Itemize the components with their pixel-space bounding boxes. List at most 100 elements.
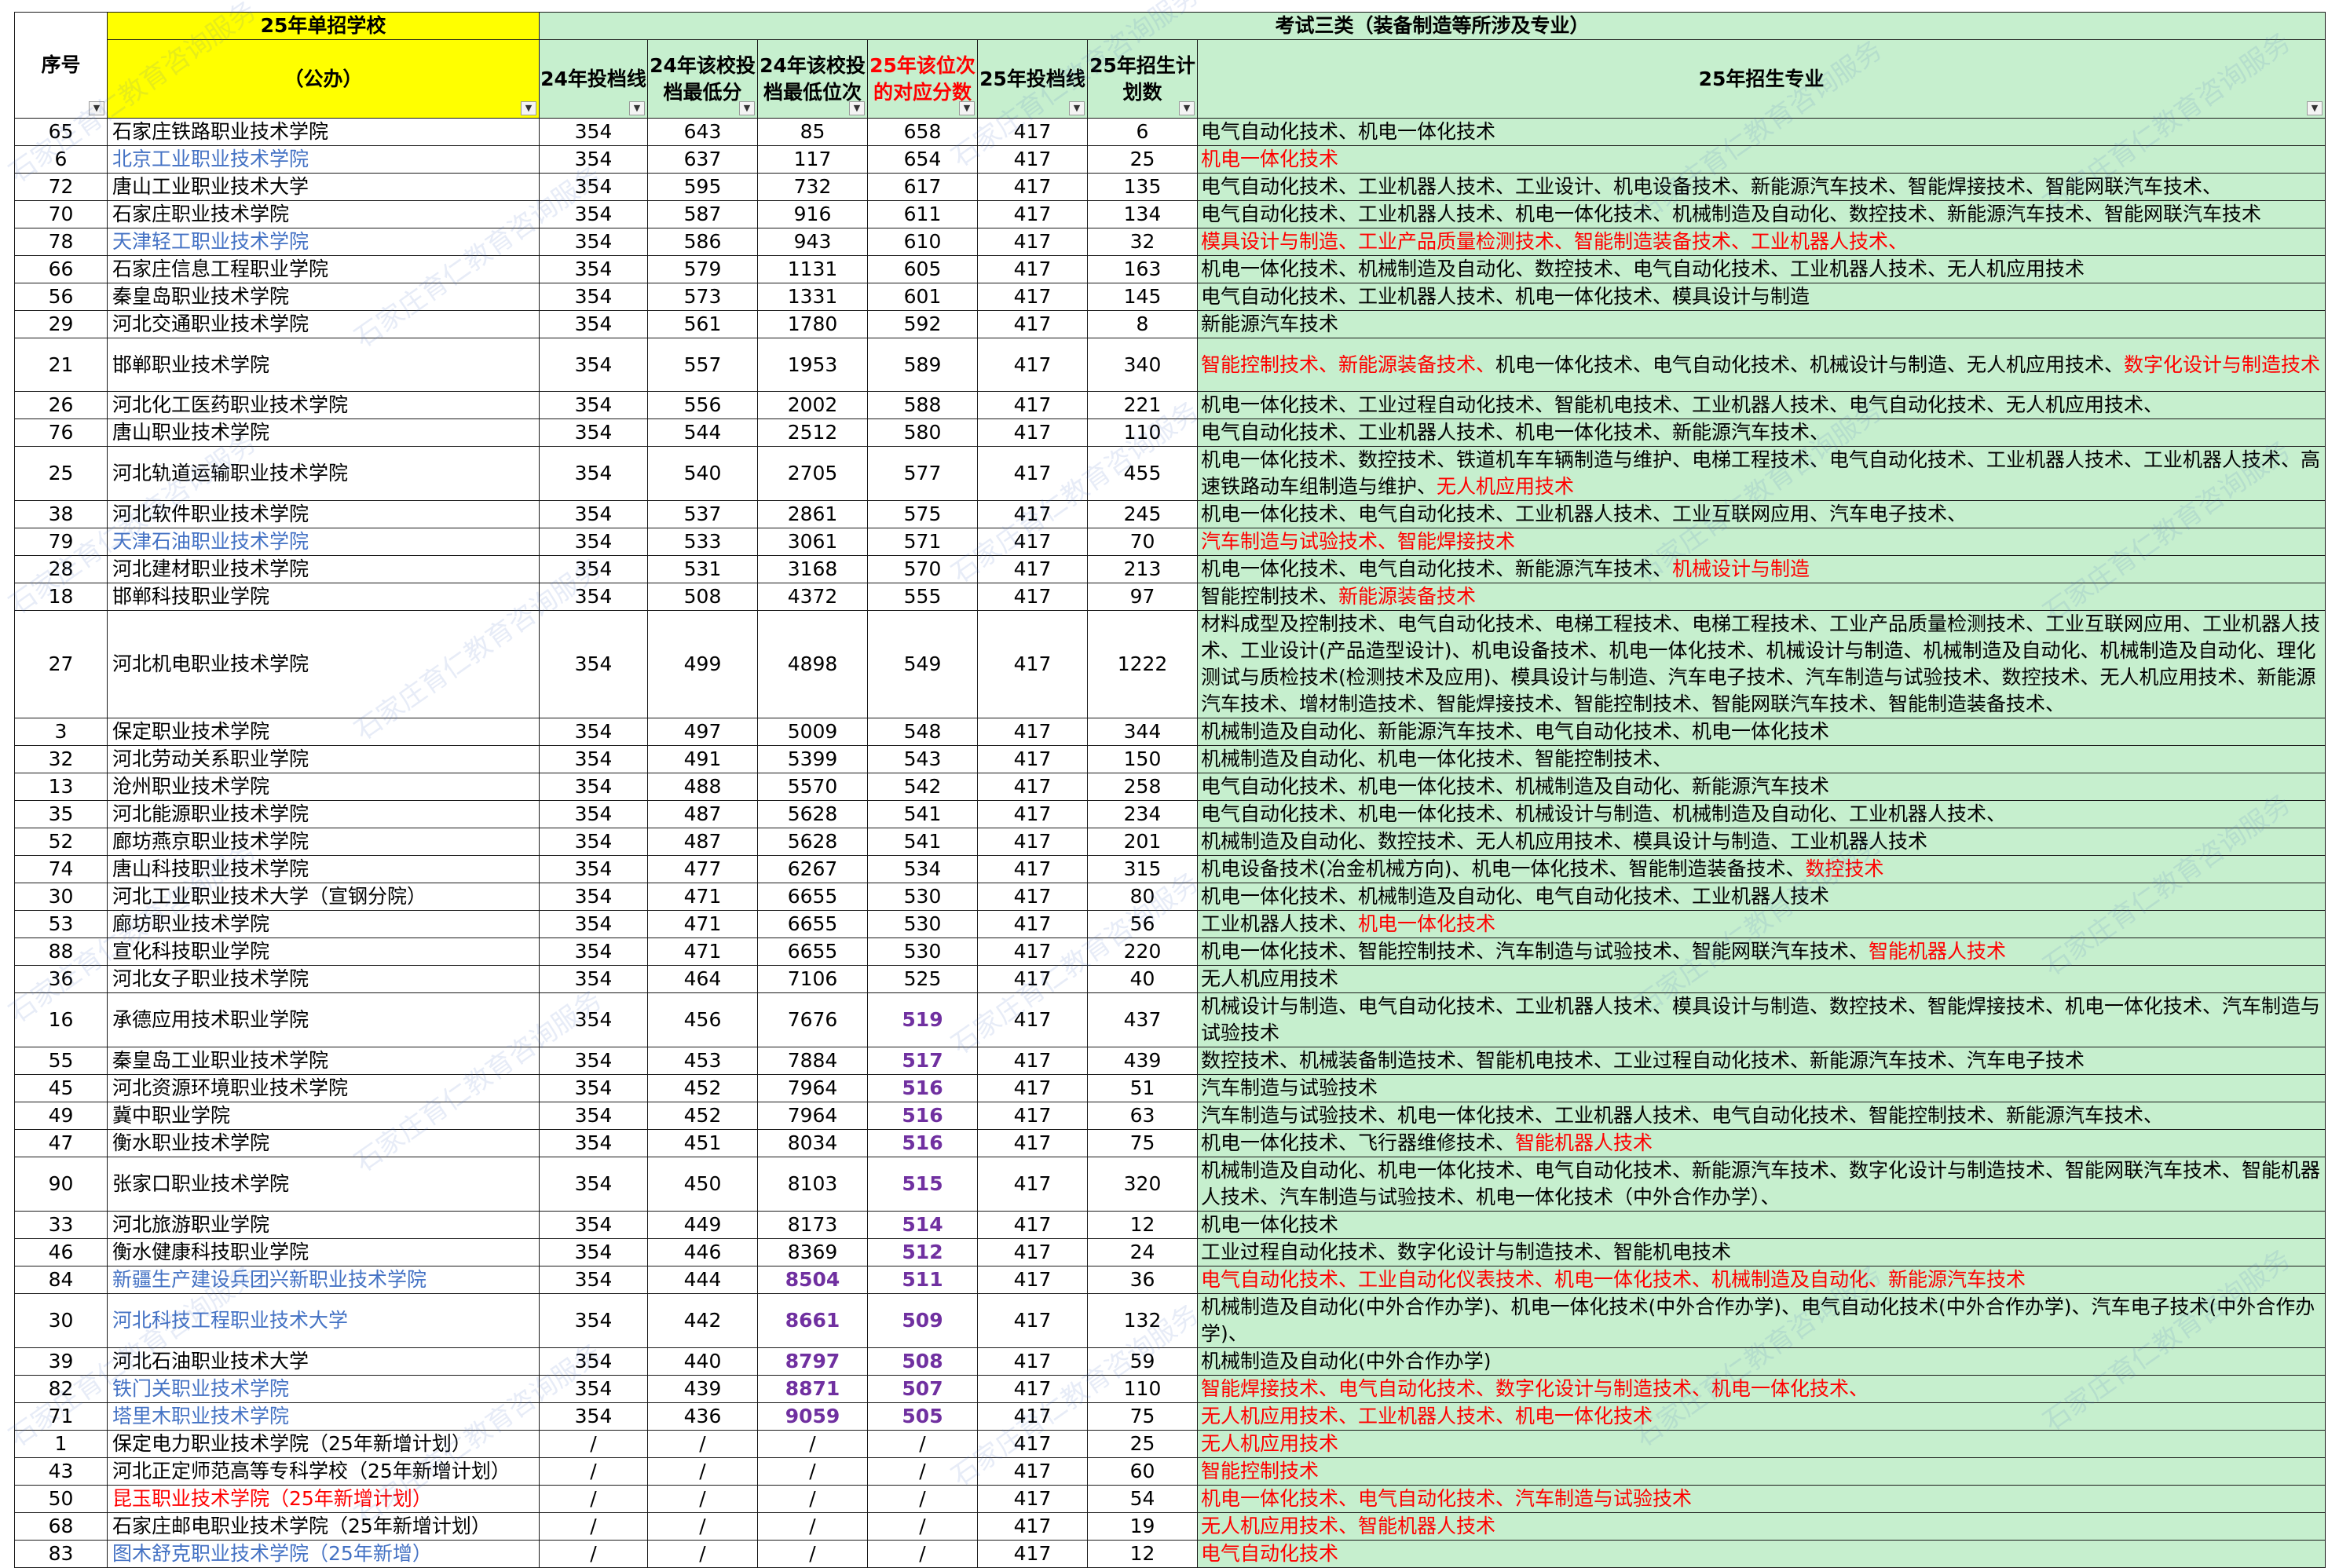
cell-24-min[interactable]: 537 <box>647 500 758 528</box>
cell-25-line[interactable]: 417 <box>977 118 1088 146</box>
cell-school[interactable]: 天津轻工职业技术学院 <box>107 228 540 256</box>
cell-no[interactable]: 55 <box>14 1047 108 1075</box>
cell-24-rank[interactable]: 5570 <box>757 773 868 801</box>
cell-25-plan[interactable]: 110 <box>1087 418 1198 447</box>
cell-25-line[interactable]: 417 <box>977 773 1088 801</box>
filter-dropdown-icon[interactable]: ▼ <box>959 101 975 115</box>
cell-24-rank[interactable]: 6655 <box>757 910 868 938</box>
cell-25-line[interactable]: 417 <box>977 338 1088 392</box>
cell-no[interactable]: 56 <box>14 283 108 311</box>
cell-25-equiv[interactable]: / <box>867 1512 978 1541</box>
cell-25-plan[interactable]: 25 <box>1087 1430 1198 1458</box>
cell-25-equiv[interactable]: 511 <box>867 1266 978 1294</box>
cell-24-rank[interactable]: 8369 <box>757 1238 868 1266</box>
cell-majors[interactable]: 汽车制造与试验技术、机电一体化技术、工业机器人技术、电气自动化技术、智能控制技术… <box>1197 1102 2326 1130</box>
cell-25-line[interactable]: 417 <box>977 1457 1088 1486</box>
cell-school[interactable]: 河北女子职业技术学院 <box>107 965 540 993</box>
cell-25-line[interactable]: 417 <box>977 610 1088 718</box>
cell-school[interactable]: 邯郸职业技术学院 <box>107 338 540 392</box>
cell-majors[interactable]: 无人机应用技术、智能机器人技术 <box>1197 1512 2326 1541</box>
cell-24-rank[interactable]: 5009 <box>757 718 868 746</box>
cell-25-equiv[interactable]: 580 <box>867 418 978 447</box>
cell-25-line[interactable]: 417 <box>977 228 1088 256</box>
cell-25-equiv[interactable]: 601 <box>867 283 978 311</box>
cell-25-plan[interactable]: 145 <box>1087 283 1198 311</box>
cell-24-line[interactable]: 354 <box>539 1211 648 1239</box>
cell-24-line[interactable]: 354 <box>539 528 648 556</box>
cell-24-min[interactable]: 508 <box>647 583 758 611</box>
cell-school[interactable]: 河北建材职业技术学院 <box>107 555 540 583</box>
cell-school[interactable]: 铁门关职业技术学院 <box>107 1375 540 1403</box>
cell-majors[interactable]: 汽车制造与试验技术、智能焊接技术 <box>1197 528 2326 556</box>
cell-school[interactable]: 河北能源职业技术学院 <box>107 800 540 828</box>
cell-24-min[interactable]: 471 <box>647 938 758 966</box>
cell-24-rank[interactable]: 2705 <box>757 446 868 501</box>
cell-24-line[interactable]: / <box>539 1430 648 1458</box>
cell-no[interactable]: 50 <box>14 1485 108 1513</box>
cell-24-min[interactable]: 579 <box>647 255 758 283</box>
cell-majors[interactable]: 智能控制技术、新能源装备技术、机电一体化技术、电气自动化技术、机械设计与制造、无… <box>1197 338 2326 392</box>
filter-dropdown-icon[interactable]: ▼ <box>849 101 865 115</box>
cell-25-line[interactable]: 417 <box>977 965 1088 993</box>
cell-25-equiv[interactable]: 658 <box>867 118 978 146</box>
cell-25-plan[interactable]: 54 <box>1087 1485 1198 1513</box>
cell-24-line[interactable]: 354 <box>539 883 648 911</box>
cell-majors[interactable]: 机电一体化技术、电气自动化技术、工业机器人技术、工业互联网应用、汽车电子技术、 <box>1197 500 2326 528</box>
cell-24-min[interactable]: 491 <box>647 745 758 773</box>
cell-25-line[interactable]: 417 <box>977 1238 1088 1266</box>
cell-24-min[interactable]: 456 <box>647 992 758 1047</box>
cell-majors[interactable]: 机电一体化技术 <box>1197 1211 2326 1239</box>
cell-25-line[interactable]: 417 <box>977 745 1088 773</box>
cell-24-rank[interactable]: 5399 <box>757 745 868 773</box>
cell-25-plan[interactable]: 163 <box>1087 255 1198 283</box>
cell-school[interactable]: 石家庄职业技术学院 <box>107 200 540 228</box>
cell-25-line[interactable]: 417 <box>977 1540 1088 1568</box>
cell-24-rank[interactable]: 8103 <box>757 1157 868 1212</box>
cell-24-rank[interactable]: 85 <box>757 118 868 146</box>
cell-24-min[interactable]: 487 <box>647 800 758 828</box>
cell-school[interactable]: 石家庄铁路职业技术学院 <box>107 118 540 146</box>
cell-school[interactable]: 河北正定师范高等专科学校（25年新增计划） <box>107 1457 540 1486</box>
cell-24-line[interactable]: 354 <box>539 500 648 528</box>
cell-no[interactable]: 39 <box>14 1347 108 1376</box>
cell-majors[interactable]: 机电一体化技术、智能控制技术、汽车制造与试验技术、智能网联汽车技术、智能机器人技… <box>1197 938 2326 966</box>
cell-25-equiv[interactable]: 515 <box>867 1157 978 1212</box>
cell-25-plan[interactable]: 8 <box>1087 310 1198 338</box>
cell-25-line[interactable]: 417 <box>977 883 1088 911</box>
cell-24-rank[interactable]: 1131 <box>757 255 868 283</box>
cell-no[interactable]: 74 <box>14 855 108 883</box>
cell-24-rank[interactable]: 5628 <box>757 828 868 856</box>
cell-25-equiv[interactable]: 588 <box>867 391 978 419</box>
cell-24-min[interactable]: 451 <box>647 1129 758 1157</box>
cell-24-min[interactable]: 561 <box>647 310 758 338</box>
cell-24-line[interactable]: 354 <box>539 200 648 228</box>
cell-school[interactable]: 天津石油职业技术学院 <box>107 528 540 556</box>
cell-24-line[interactable]: 354 <box>539 828 648 856</box>
cell-25-equiv[interactable]: 549 <box>867 610 978 718</box>
cell-majors[interactable]: 机电一体化技术、工业过程自动化技术、智能机电技术、工业机器人技术、电气自动化技术… <box>1197 391 2326 419</box>
cell-24-min[interactable]: 439 <box>647 1375 758 1403</box>
cell-school[interactable]: 张家口职业技术学院 <box>107 1157 540 1212</box>
cell-majors[interactable]: 机电一体化技术、飞行器维修技术、智能机器人技术 <box>1197 1129 2326 1157</box>
cell-24-rank[interactable]: 3168 <box>757 555 868 583</box>
cell-no[interactable]: 47 <box>14 1129 108 1157</box>
cell-school[interactable]: 河北交通职业技术学院 <box>107 310 540 338</box>
cell-25-line[interactable]: 417 <box>977 1512 1088 1541</box>
cell-24-min[interactable]: 442 <box>647 1293 758 1348</box>
cell-school[interactable]: 昆玉职业技术学院（25年新增计划） <box>107 1485 540 1513</box>
cell-24-rank[interactable]: / <box>757 1457 868 1486</box>
cell-no[interactable]: 18 <box>14 583 108 611</box>
cell-no[interactable]: 72 <box>14 173 108 201</box>
cell-school[interactable]: 图木舒克职业技术学院（25年新增） <box>107 1540 540 1568</box>
cell-24-line[interactable]: 354 <box>539 992 648 1047</box>
cell-24-rank[interactable]: 943 <box>757 228 868 256</box>
cell-no[interactable]: 88 <box>14 938 108 966</box>
cell-25-plan[interactable]: 32 <box>1087 228 1198 256</box>
cell-24-line[interactable]: 354 <box>539 583 648 611</box>
cell-25-plan[interactable]: 12 <box>1087 1540 1198 1568</box>
cell-24-min[interactable]: 471 <box>647 883 758 911</box>
cell-24-line[interactable]: / <box>539 1512 648 1541</box>
cell-majors[interactable]: 数控技术、机械装备制造技术、智能机电技术、工业过程自动化技术、新能源汽车技术、汽… <box>1197 1047 2326 1075</box>
cell-no[interactable]: 32 <box>14 745 108 773</box>
cell-25-plan[interactable]: 439 <box>1087 1047 1198 1075</box>
